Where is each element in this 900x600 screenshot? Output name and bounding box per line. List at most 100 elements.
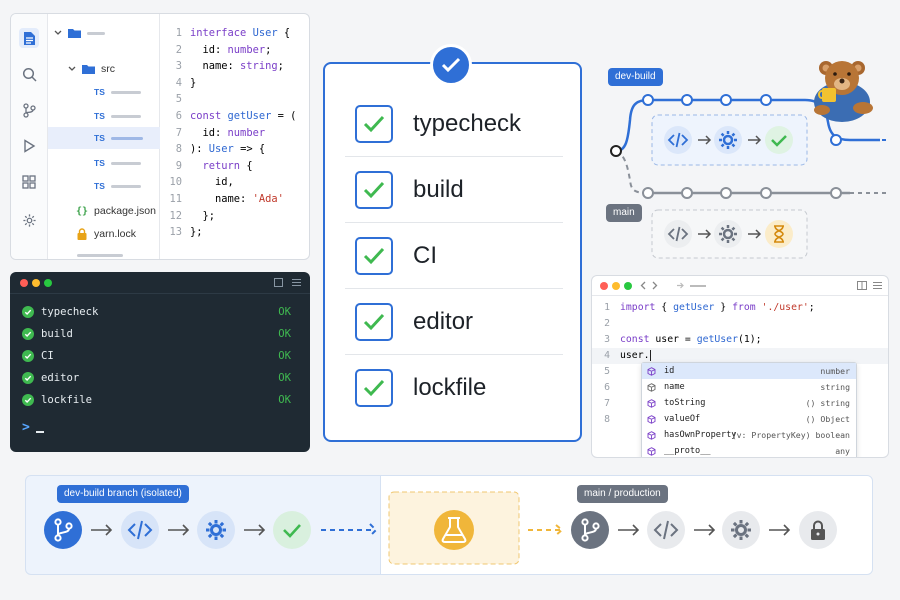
- tree-file-ts[interactable]: TS: [48, 81, 160, 103]
- minimize-dot[interactable]: [612, 282, 620, 290]
- checkbox-checked-icon[interactable]: [355, 170, 393, 209]
- code-area[interactable]: 1 interface User { 2 id: number; 3 name: …: [160, 14, 309, 259]
- checklist-item[interactable]: CI: [345, 223, 563, 289]
- close-dot[interactable]: [600, 282, 608, 290]
- code-token: number: [227, 43, 266, 56]
- file-name-placeholder: [77, 253, 123, 257]
- commit-node[interactable]: [830, 187, 842, 199]
- settings-gear-icon[interactable]: [19, 210, 39, 230]
- tree-file-yarn-lock[interactable]: yarn.lock: [48, 223, 160, 245]
- terminal-row-label: editor: [41, 372, 80, 384]
- breadcrumb-placeholder: [690, 285, 706, 287]
- tree-file-ts[interactable]: TS: [48, 105, 160, 127]
- check-icon[interactable]: [273, 511, 311, 549]
- activity-bar: [11, 14, 48, 259]
- tree-file-package-json[interactable]: {} package.json: [48, 200, 160, 222]
- checklist-item[interactable]: build: [345, 157, 563, 223]
- checkbox-checked-icon[interactable]: [355, 236, 393, 275]
- code-token: user =: [649, 334, 697, 345]
- commit-node[interactable]: [830, 134, 842, 146]
- gear-icon: [714, 220, 742, 248]
- code-token: name:: [190, 60, 241, 73]
- terminal-panel[interactable]: typecheck OK build OK CI OK editor OK lo…: [10, 272, 310, 452]
- suggestion-item[interactable]: valueOf () Object: [642, 411, 856, 427]
- extensions-icon[interactable]: [19, 172, 39, 192]
- tree-file-ts[interactable]: TS: [48, 152, 160, 174]
- window-square-icon[interactable]: [274, 278, 283, 287]
- run-icon[interactable]: [19, 136, 39, 156]
- commit-node[interactable]: [642, 187, 654, 199]
- source-control-icon[interactable]: [19, 100, 39, 120]
- line-number: 12: [169, 209, 182, 222]
- check-circle-icon: [22, 328, 34, 340]
- tree-root-folder[interactable]: [48, 22, 160, 44]
- checklist-item[interactable]: typecheck: [345, 91, 563, 157]
- terminal-titlebar: [10, 272, 310, 294]
- code-line: 10 id,: [160, 174, 309, 191]
- gear-icon[interactable]: [722, 511, 760, 549]
- suggestion-item-selected[interactable]: id number: [642, 363, 856, 379]
- arrow-right-icon: [244, 524, 266, 536]
- code-token: }: [714, 302, 733, 313]
- code-token: {: [655, 302, 674, 313]
- commit-node[interactable]: [720, 94, 732, 106]
- explorer-icon[interactable]: [19, 28, 39, 48]
- commit-node[interactable]: [720, 187, 732, 199]
- line-number: 13: [169, 226, 182, 239]
- close-dot[interactable]: [20, 279, 28, 287]
- line-number: 1: [175, 27, 182, 39]
- method-cube-icon: [647, 414, 661, 424]
- gear-icon[interactable]: [197, 511, 235, 549]
- menu-icon[interactable]: [873, 281, 882, 290]
- commit-node[interactable]: [760, 94, 772, 106]
- branch-origin-node[interactable]: [610, 145, 622, 157]
- tree-file-ts[interactable]: TS: [48, 175, 160, 197]
- code-token: string: [240, 60, 278, 73]
- maximize-dot[interactable]: [44, 279, 52, 287]
- checkbox-checked-icon[interactable]: [355, 104, 393, 143]
- search-icon[interactable]: [19, 64, 39, 84]
- terminal-prompt[interactable]: >: [22, 416, 297, 438]
- minimize-dot[interactable]: [32, 279, 40, 287]
- autocomplete-editor[interactable]: 1 import { getUser } from './user'; 2 3 co…: [591, 275, 889, 458]
- editor-titlebar: [592, 276, 888, 296]
- chevron-right-icon[interactable]: [652, 281, 658, 290]
- commit-node[interactable]: [681, 94, 693, 106]
- checklist-item[interactable]: editor: [345, 289, 563, 355]
- commit-node[interactable]: [681, 187, 693, 199]
- code-line: 3 const user = getUser(1);: [592, 332, 888, 348]
- checklist-item[interactable]: lockfile: [345, 355, 563, 421]
- split-view-icon[interactable]: [857, 281, 867, 290]
- suggestion-item[interactable]: toString () string: [642, 395, 856, 411]
- forward-arrow-icon[interactable]: [676, 281, 684, 290]
- tree-folder-src[interactable]: src: [48, 58, 160, 80]
- commit-node[interactable]: [642, 94, 654, 106]
- code-token: };: [190, 209, 216, 222]
- flask-icon[interactable]: [434, 510, 474, 550]
- checkbox-checked-icon[interactable]: [355, 369, 393, 407]
- suggestion-item[interactable]: __proto__ any: [642, 443, 856, 457]
- line-number: 2: [604, 318, 610, 329]
- line-number: 11: [169, 193, 182, 205]
- code-line: 2: [592, 316, 888, 332]
- terminal-row-label: build: [41, 328, 73, 340]
- code-token: => {: [233, 143, 266, 156]
- checkbox-checked-icon[interactable]: [355, 302, 393, 341]
- suggestion-item[interactable]: name string: [642, 379, 856, 395]
- terminal-row: build OK: [22, 323, 297, 345]
- code-line: 2 id: number;: [160, 42, 309, 59]
- suggestion-name: __proto__: [664, 446, 711, 456]
- folder-icon: [82, 64, 95, 74]
- branch-icon[interactable]: [571, 511, 609, 549]
- maximize-dot[interactable]: [624, 282, 632, 290]
- folder-label: src: [101, 63, 115, 75]
- check-circle-icon: [22, 394, 34, 406]
- chevron-left-icon[interactable]: [640, 281, 646, 290]
- menu-icon[interactable]: [292, 278, 301, 287]
- suggestion-item[interactable]: hasOwnProperty (v: PropertyKey) boolean: [642, 427, 856, 443]
- code-token: User: [208, 143, 234, 156]
- branch-icon[interactable]: [44, 511, 82, 549]
- commit-node[interactable]: [760, 187, 772, 199]
- autocomplete-popup[interactable]: id number name string toString () string…: [641, 362, 857, 457]
- tree-file-ts-selected[interactable]: TS: [48, 127, 160, 149]
